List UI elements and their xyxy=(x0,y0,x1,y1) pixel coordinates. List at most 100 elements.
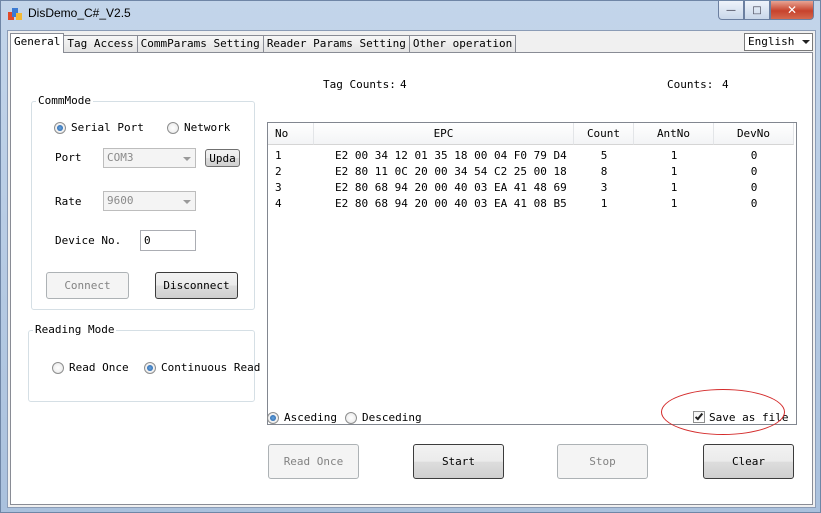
tab-strip: General Tag Access CommParams Setting Re… xyxy=(10,33,517,53)
ascending-radio[interactable]: Asceding xyxy=(267,411,337,424)
tag-counts-label: Tag Counts: xyxy=(323,78,396,91)
stop-button[interactable]: Stop xyxy=(557,444,648,479)
cell-no: 1 xyxy=(275,149,282,162)
cell-count: 5 xyxy=(600,149,608,162)
cell-epc: E2 80 68 94 20 00 40 03 EA 41 08 B5 xyxy=(335,197,567,210)
cell-no: 3 xyxy=(275,181,282,194)
radio-unselected-icon xyxy=(52,361,64,374)
network-label: Network xyxy=(184,121,231,134)
table-row[interactable]: 3 E2 80 68 94 20 00 40 03 EA 41 48 69 3 … xyxy=(268,180,794,196)
column-header-antno[interactable]: AntNo xyxy=(634,123,714,145)
cell-count: 8 xyxy=(600,165,608,178)
descending-label: Desceding xyxy=(362,411,422,424)
minimize-button[interactable]: — xyxy=(718,1,744,20)
cell-antno: 1 xyxy=(670,181,678,194)
radio-selected-icon xyxy=(54,121,66,134)
rate-label: Rate xyxy=(55,195,82,208)
language-select[interactable]: English xyxy=(744,33,813,51)
table-row[interactable]: 2 E2 80 11 0C 20 00 34 54 C2 25 00 18 8 … xyxy=(268,164,794,180)
cell-count: 1 xyxy=(600,197,608,210)
commmode-group-title: CommMode xyxy=(36,94,93,107)
cell-devno: 0 xyxy=(750,181,758,194)
read-once-button[interactable]: Read Once xyxy=(268,444,359,479)
cell-devno: 0 xyxy=(750,197,758,210)
read-once-button-label: Read Once xyxy=(283,455,344,468)
annotation-ellipse xyxy=(661,389,785,435)
cell-epc: E2 80 68 94 20 00 40 03 EA 41 48 69 xyxy=(335,181,567,194)
close-button[interactable]: ✕ xyxy=(770,1,814,20)
window-title: DisDemo_C#_V2.5 xyxy=(28,6,131,20)
maximize-icon: □ xyxy=(752,4,762,16)
client-area: General Tag Access CommParams Setting Re… xyxy=(7,30,816,508)
column-header-no[interactable]: No xyxy=(268,123,314,145)
cell-antno: 1 xyxy=(670,149,678,162)
network-radio[interactable]: Network xyxy=(167,121,230,134)
language-value: English xyxy=(748,35,795,48)
column-header-devno[interactable]: DevNo xyxy=(714,123,794,145)
connect-button[interactable]: Connect xyxy=(46,272,129,299)
app-window: DisDemo_C#_V2.5 — □ ✕ General Tag Access… xyxy=(0,0,821,513)
counts-label: Counts: xyxy=(667,78,714,91)
disconnect-button[interactable]: Disconnect xyxy=(155,272,238,299)
tag-list-header: No EPC Count AntNo DevNo xyxy=(268,123,794,145)
descending-radio[interactable]: Desceding xyxy=(345,411,422,424)
maximize-button[interactable]: □ xyxy=(744,1,770,20)
read-once-mode-radio[interactable]: Read Once xyxy=(52,361,129,374)
device-no-label: Device No. xyxy=(55,234,122,247)
radio-selected-icon xyxy=(267,411,279,424)
cell-devno: 0 xyxy=(750,165,758,178)
serial-port-radio[interactable]: Serial Port xyxy=(54,121,144,134)
close-icon: ✕ xyxy=(786,3,798,17)
port-label: Port xyxy=(55,151,82,164)
start-button[interactable]: Start xyxy=(413,444,504,479)
counts-value: 4 xyxy=(722,78,729,91)
caption-buttons: — □ ✕ xyxy=(718,1,814,21)
column-header-epc[interactable]: EPC xyxy=(314,123,574,145)
serial-port-label: Serial Port xyxy=(71,121,144,134)
tab-general[interactable]: General xyxy=(10,33,65,53)
cell-epc: E2 00 34 12 01 35 18 00 04 F0 79 D4 xyxy=(335,149,567,162)
rate-value: 9600 xyxy=(107,194,134,207)
tab-tag-access[interactable]: Tag Access xyxy=(63,35,138,52)
cell-antno: 1 xyxy=(670,165,678,178)
radio-unselected-icon xyxy=(345,411,357,424)
general-tab-page: CommMode Serial Port Network Port COM3 U… xyxy=(10,52,813,505)
chevron-down-icon xyxy=(802,40,810,44)
minimize-icon: — xyxy=(726,4,736,16)
tab-other-operation[interactable]: Other operation xyxy=(408,35,517,52)
chevron-down-icon xyxy=(183,157,191,161)
continuous-read-radio[interactable]: Continuous Read xyxy=(144,361,260,374)
cell-devno: 0 xyxy=(750,149,758,162)
read-once-mode-label: Read Once xyxy=(69,361,129,374)
port-select[interactable]: COM3 xyxy=(103,148,196,168)
clear-button-label: Clear xyxy=(731,455,766,468)
radio-unselected-icon xyxy=(167,121,179,134)
table-row[interactable]: 1 E2 00 34 12 01 35 18 00 04 F0 79 D4 5 … xyxy=(268,148,794,164)
update-port-label: Upda xyxy=(209,151,236,165)
rate-select[interactable]: 9600 xyxy=(103,191,196,211)
continuous-read-label: Continuous Read xyxy=(161,361,261,374)
clear-button[interactable]: Clear xyxy=(703,444,794,479)
stop-button-label: Stop xyxy=(589,455,616,468)
app-icon xyxy=(8,8,22,20)
cell-no: 4 xyxy=(275,197,282,210)
connect-label: Connect xyxy=(64,279,111,292)
device-no-input[interactable]: 0 xyxy=(140,230,196,251)
title-bar[interactable]: DisDemo_C#_V2.5 — □ ✕ xyxy=(1,1,820,27)
start-button-label: Start xyxy=(441,455,476,468)
tab-reader-params-setting[interactable]: Reader Params Setting xyxy=(262,35,410,52)
disconnect-label: Disconnect xyxy=(163,279,230,292)
radio-selected-icon xyxy=(144,361,156,374)
tag-counts-value: 4 xyxy=(400,78,407,91)
tag-list-view[interactable]: No EPC Count AntNo DevNo 1 E2 00 34 12 0… xyxy=(267,122,797,425)
cell-epc: E2 80 11 0C 20 00 34 54 C2 25 00 18 xyxy=(335,165,567,178)
cell-no: 2 xyxy=(275,165,282,178)
table-row[interactable]: 4 E2 80 68 94 20 00 40 03 EA 41 08 B5 1 … xyxy=(268,196,794,212)
cell-count: 3 xyxy=(600,181,608,194)
update-port-button[interactable]: Upda xyxy=(205,149,240,167)
column-header-count[interactable]: Count xyxy=(574,123,634,145)
chevron-down-icon xyxy=(183,200,191,204)
reading-mode-group-title: Reading Mode xyxy=(33,323,117,336)
tab-commparams-setting[interactable]: CommParams Setting xyxy=(136,35,264,52)
ascending-label: Asceding xyxy=(284,411,337,424)
